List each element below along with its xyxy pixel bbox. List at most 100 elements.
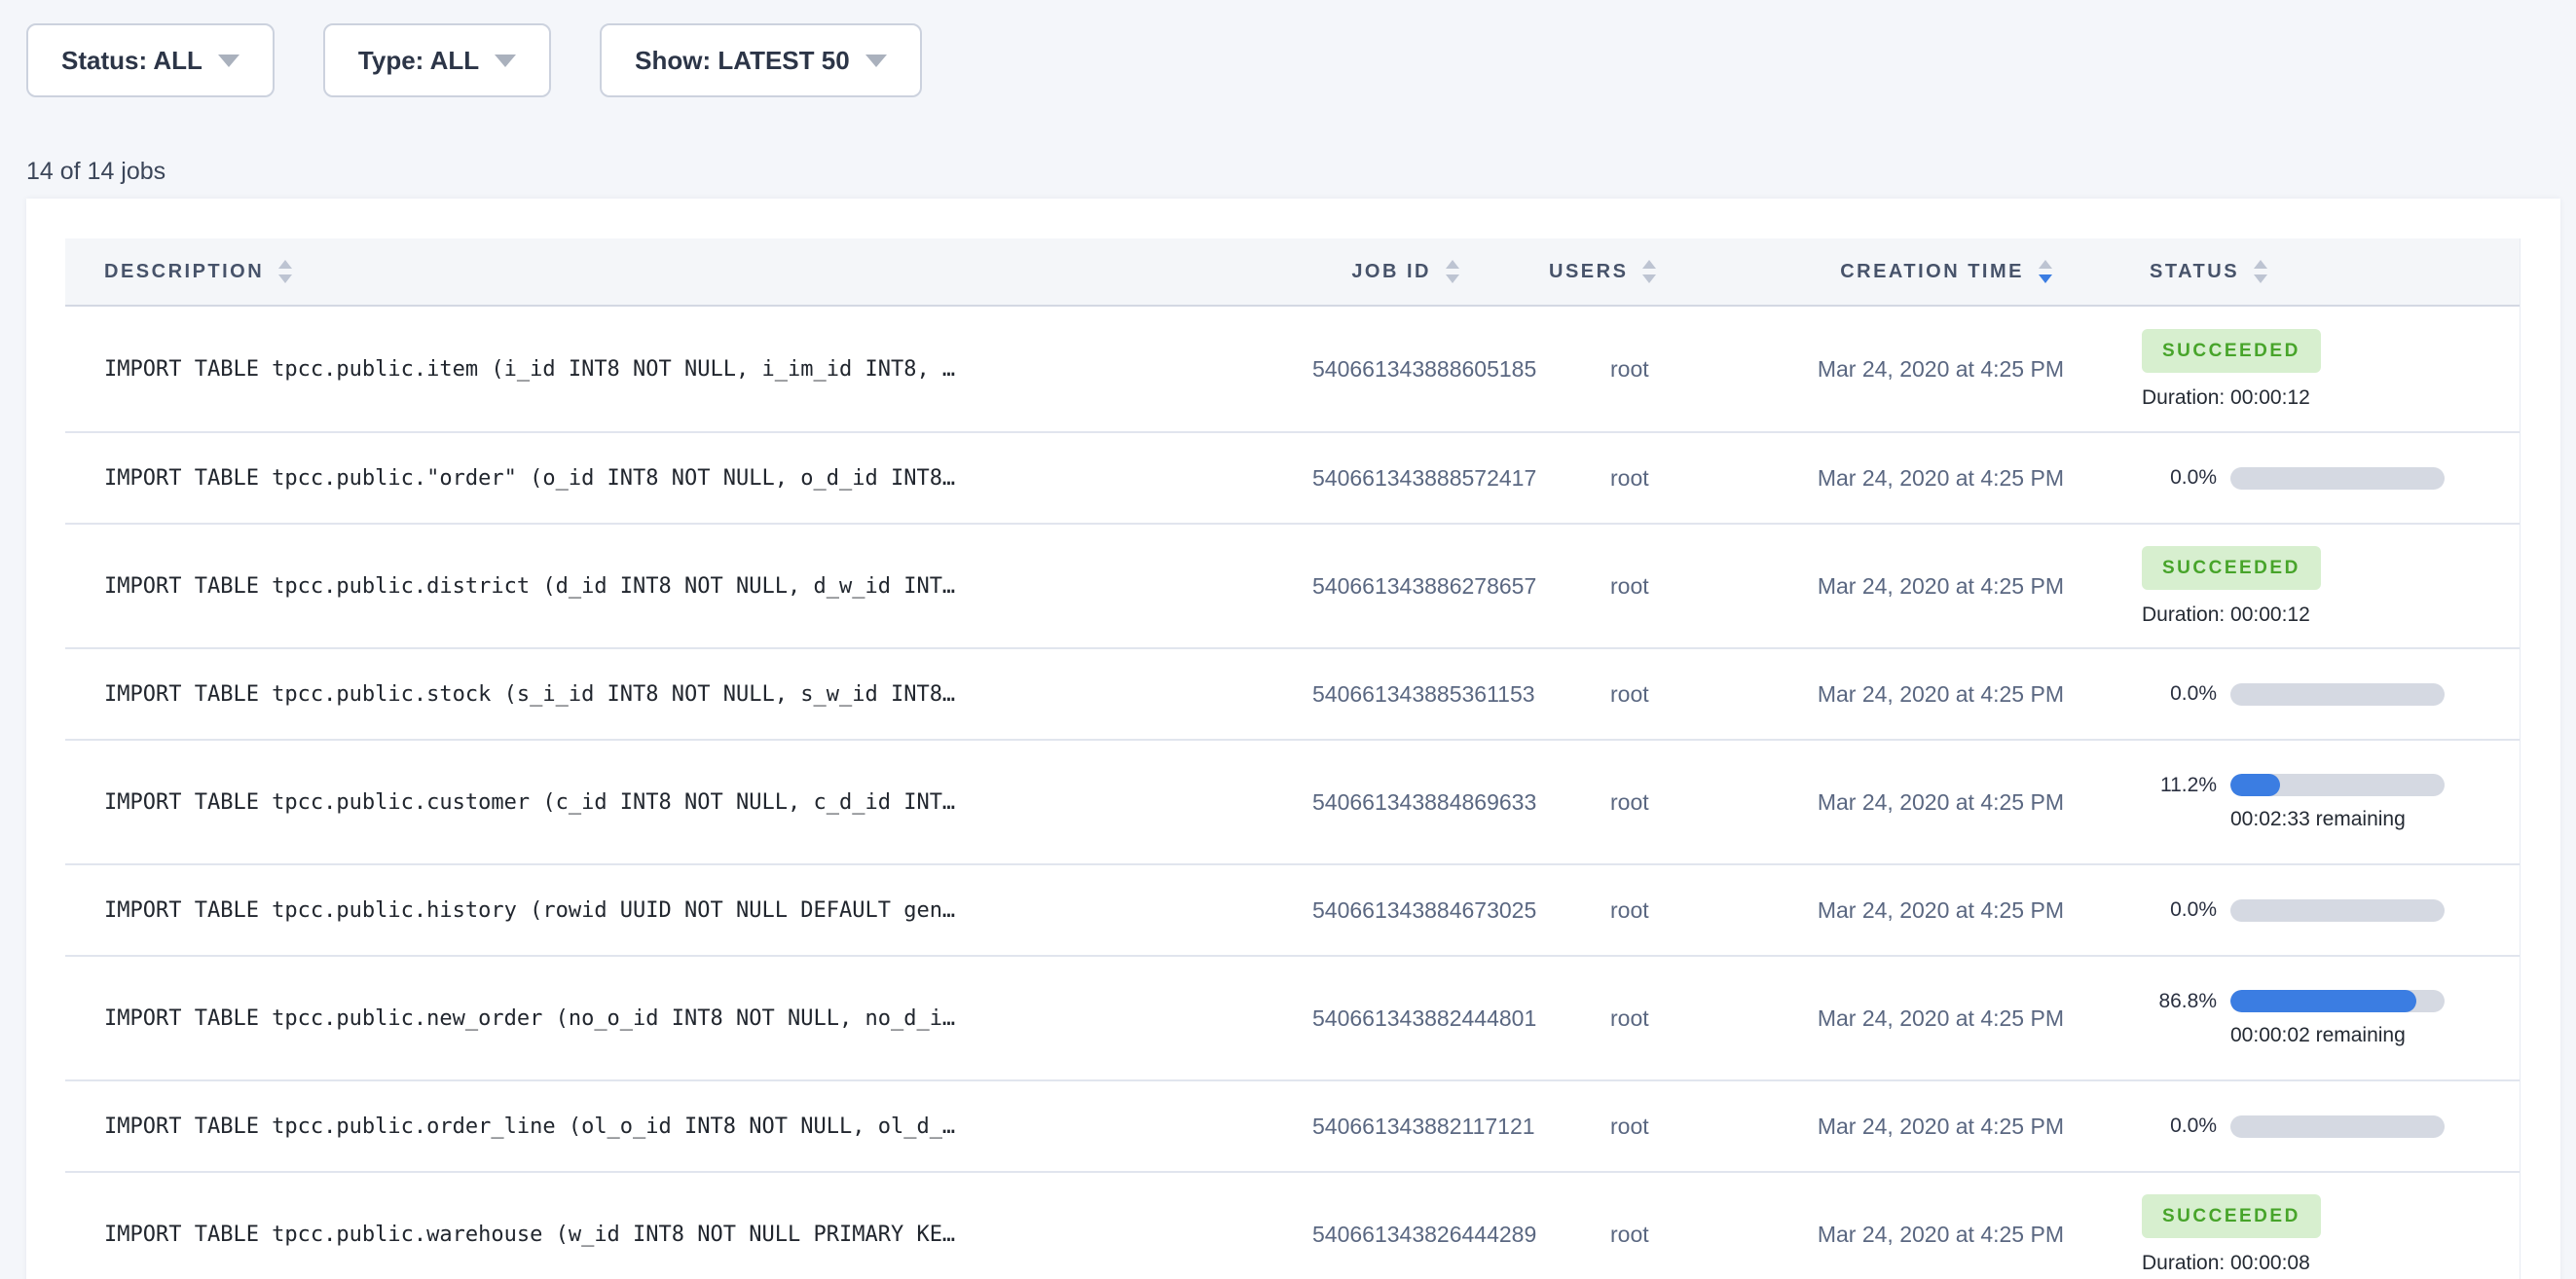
column-header-creation-time[interactable]: CREATION TIME <box>1721 260 2130 283</box>
status-duration: Duration: 00:00:12 <box>2142 386 2310 410</box>
progress-bar <box>2230 990 2445 1012</box>
status-percent: 0.0% <box>2142 682 2217 706</box>
job-creation-time: Mar 24, 2020 at 4:25 PM <box>1721 356 2130 383</box>
job-id: 540661343885361153 <box>1312 681 1522 708</box>
job-status: SUCCEEDED Duration: 00:00:12 <box>2130 329 2520 410</box>
progress-bar <box>2230 1115 2445 1138</box>
chevron-down-icon <box>218 55 239 67</box>
sort-arrows-icon-active-desc[interactable] <box>2039 260 2052 283</box>
progress-bar <box>2230 774 2445 796</box>
job-description: IMPORT TABLE tpcc.public.customer (c_id … <box>65 790 1312 815</box>
job-creation-time: Mar 24, 2020 at 4:25 PM <box>1721 465 2130 492</box>
job-row: IMPORT TABLE tpcc.public.district (d_id … <box>65 523 2520 647</box>
status-percent: 86.8% <box>2142 990 2217 1013</box>
status-filter-label: Status: ALL <box>61 46 202 76</box>
job-description: IMPORT TABLE tpcc.public."order" (o_id I… <box>65 466 1312 491</box>
job-id: 540661343826444289 <box>1312 1222 1522 1248</box>
job-id: 540661343884673025 <box>1312 897 1522 924</box>
table-header-row: DESCRIPTION JOB ID USERS CREATION TIME S… <box>65 238 2520 307</box>
job-description: IMPORT TABLE tpcc.public.item (i_id INT8… <box>65 357 1312 382</box>
job-row: IMPORT TABLE tpcc.public.warehouse (w_id… <box>65 1171 2520 1279</box>
job-status: 0.0% <box>2130 466 2520 490</box>
job-user: root <box>1522 573 1721 600</box>
job-description: IMPORT TABLE tpcc.public.warehouse (w_id… <box>65 1223 1312 1247</box>
job-status: SUCCEEDED Duration: 00:00:12 <box>2130 546 2520 627</box>
job-creation-time: Mar 24, 2020 at 4:25 PM <box>1721 573 2130 600</box>
status-badge: SUCCEEDED <box>2142 546 2321 590</box>
progress-bar-fill <box>2230 990 2416 1012</box>
job-user: root <box>1522 897 1721 924</box>
job-row: IMPORT TABLE tpcc.public.stock (s_i_id I… <box>65 647 2520 739</box>
job-row: IMPORT TABLE tpcc.public.new_order (no_o… <box>65 955 2520 1079</box>
job-user: root <box>1522 1114 1721 1140</box>
type-filter-dropdown[interactable]: Type: ALL <box>323 23 551 97</box>
job-creation-time: Mar 24, 2020 at 4:25 PM <box>1721 681 2130 708</box>
status-badge: SUCCEEDED <box>2142 1194 2321 1238</box>
progress-bar-fill <box>2230 774 2280 796</box>
column-header-users[interactable]: USERS <box>1522 260 1721 283</box>
progress-bar <box>2230 899 2445 922</box>
jobs-card: DESCRIPTION JOB ID USERS CREATION TIME S… <box>26 199 2560 1279</box>
status-duration: Duration: 00:00:08 <box>2142 1252 2310 1275</box>
type-filter-label: Type: ALL <box>358 46 479 76</box>
job-row: IMPORT TABLE tpcc.public.item (i_id INT8… <box>65 307 2520 431</box>
column-header-status[interactable]: STATUS <box>2130 260 2520 283</box>
table-body: IMPORT TABLE tpcc.public.item (i_id INT8… <box>65 307 2520 1279</box>
status-time-remaining: 00:00:02 remaining <box>2230 1024 2520 1047</box>
job-status: 0.0% <box>2130 1115 2520 1138</box>
job-row: IMPORT TABLE tpcc.public.customer (c_id … <box>65 739 2520 863</box>
sort-arrows-icon[interactable] <box>278 260 292 283</box>
job-id: 540661343888572417 <box>1312 465 1522 492</box>
job-id: 540661343884869633 <box>1312 789 1522 816</box>
show-filter-label: Show: LATEST 50 <box>635 46 850 76</box>
job-creation-time: Mar 24, 2020 at 4:25 PM <box>1721 1222 2130 1248</box>
progress-bar <box>2230 683 2445 706</box>
job-user: root <box>1522 1222 1721 1248</box>
job-status: 0.0% <box>2130 898 2520 922</box>
job-description: IMPORT TABLE tpcc.public.district (d_id … <box>65 574 1312 599</box>
job-status: 0.0% <box>2130 682 2520 706</box>
status-time-remaining: 00:02:33 remaining <box>2230 808 2520 831</box>
chevron-down-icon <box>495 55 516 67</box>
status-badge: SUCCEEDED <box>2142 329 2321 373</box>
job-status: SUCCEEDED Duration: 00:00:08 <box>2130 1194 2520 1275</box>
job-description: IMPORT TABLE tpcc.public.history (rowid … <box>65 898 1312 923</box>
status-filter-dropdown[interactable]: Status: ALL <box>26 23 275 97</box>
job-row: IMPORT TABLE tpcc.public.history (rowid … <box>65 863 2520 955</box>
job-creation-time: Mar 24, 2020 at 4:25 PM <box>1721 789 2130 816</box>
column-header-job-id[interactable]: JOB ID <box>1312 260 1522 283</box>
jobs-table: DESCRIPTION JOB ID USERS CREATION TIME S… <box>65 238 2521 1279</box>
filter-bar: Status: ALL Type: ALL Show: LATEST 50 <box>0 0 2576 97</box>
column-header-description[interactable]: DESCRIPTION <box>65 260 1312 283</box>
job-row: IMPORT TABLE tpcc.public.order_line (ol_… <box>65 1079 2520 1171</box>
chevron-down-icon <box>865 55 887 67</box>
sort-arrows-icon[interactable] <box>1642 260 1656 283</box>
status-percent: 0.0% <box>2142 466 2217 490</box>
job-creation-time: Mar 24, 2020 at 4:25 PM <box>1721 897 2130 924</box>
job-user: root <box>1522 465 1721 492</box>
job-id: 540661343882444801 <box>1312 1005 1522 1032</box>
status-percent: 11.2% <box>2142 774 2217 797</box>
job-creation-time: Mar 24, 2020 at 4:25 PM <box>1721 1005 2130 1032</box>
job-description: IMPORT TABLE tpcc.public.new_order (no_o… <box>65 1006 1312 1031</box>
status-percent: 0.0% <box>2142 1115 2217 1138</box>
status-percent: 0.0% <box>2142 898 2217 922</box>
progress-bar <box>2230 467 2445 490</box>
job-id: 540661343882117121 <box>1312 1114 1522 1140</box>
job-row: IMPORT TABLE tpcc.public."order" (o_id I… <box>65 431 2520 523</box>
sort-arrows-icon[interactable] <box>2254 260 2267 283</box>
job-creation-time: Mar 24, 2020 at 4:25 PM <box>1721 1114 2130 1140</box>
job-id: 540661343886278657 <box>1312 573 1522 600</box>
job-status: 11.2% 00:02:33 remaining <box>2130 774 2520 831</box>
jobs-count-summary: 14 of 14 jobs <box>26 158 2576 186</box>
job-description: IMPORT TABLE tpcc.public.stock (s_i_id I… <box>65 682 1312 707</box>
job-id: 540661343888605185 <box>1312 356 1522 383</box>
status-duration: Duration: 00:00:12 <box>2142 603 2310 627</box>
job-description: IMPORT TABLE tpcc.public.order_line (ol_… <box>65 1115 1312 1139</box>
show-filter-dropdown[interactable]: Show: LATEST 50 <box>600 23 922 97</box>
sort-arrows-icon[interactable] <box>1446 260 1459 283</box>
job-user: root <box>1522 789 1721 816</box>
job-user: root <box>1522 681 1721 708</box>
job-status: 86.8% 00:00:02 remaining <box>2130 990 2520 1047</box>
job-user: root <box>1522 1005 1721 1032</box>
